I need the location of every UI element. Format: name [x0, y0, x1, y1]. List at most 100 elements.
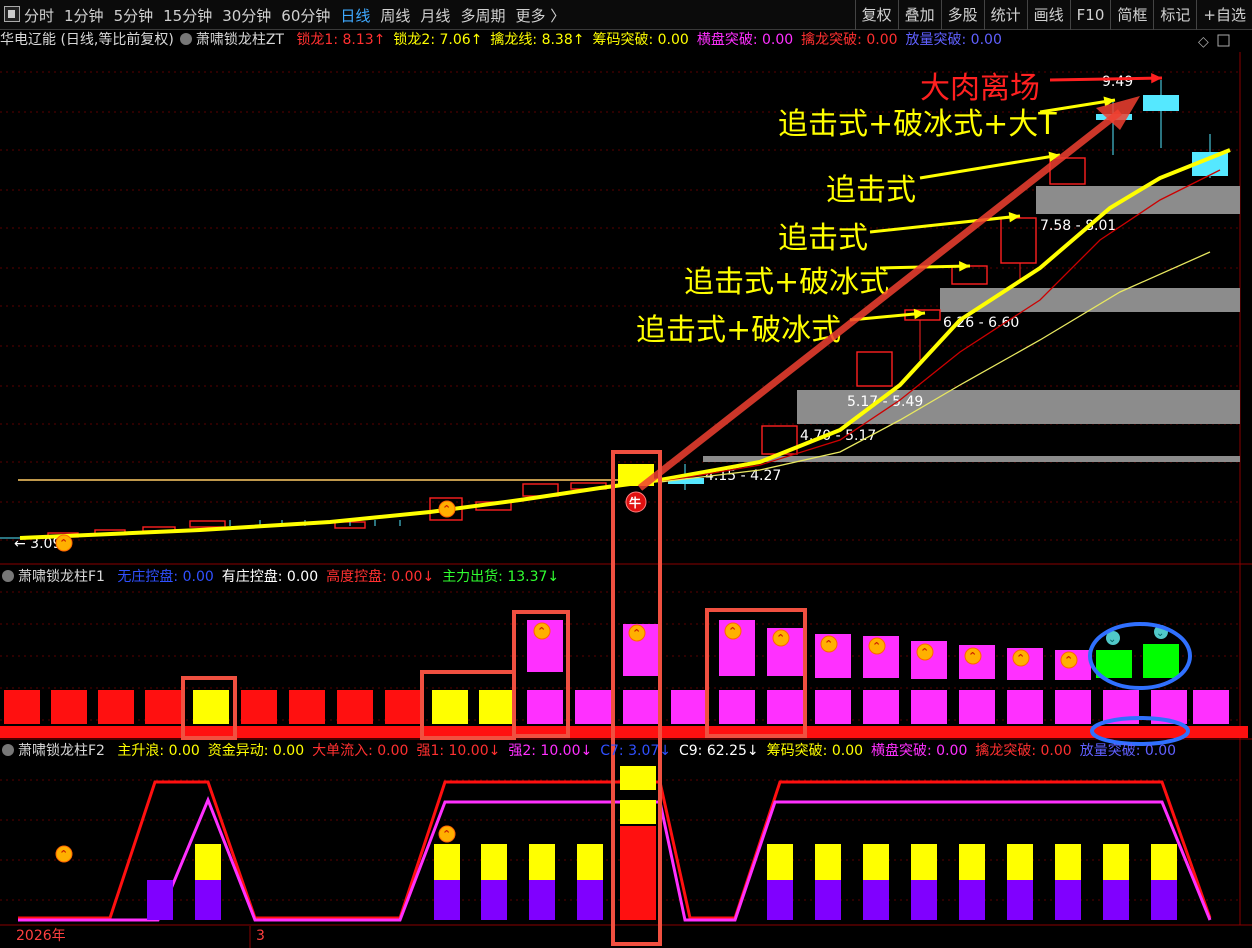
f1-strip-cell	[840, 726, 864, 738]
f2-bar	[434, 844, 460, 880]
f1-strip-cell	[888, 726, 912, 738]
f1-bar	[145, 690, 181, 724]
f1-strip-cell	[936, 726, 960, 738]
f1-bar	[385, 690, 421, 724]
f1-bar	[719, 690, 755, 724]
f1-strip-cell	[1032, 726, 1056, 738]
indicator-value: 主升浪: 0.00	[117, 743, 200, 759]
f1-bar	[1193, 690, 1229, 724]
f2-bar	[959, 844, 985, 880]
f2-bar	[863, 844, 889, 880]
f2-indicator-name[interactable]: 萧啸锁龙柱F2	[18, 743, 105, 759]
f2-bar	[1055, 844, 1081, 880]
f2-bar	[1055, 880, 1081, 920]
indicator-value: 筹码突破: 0.00	[592, 32, 689, 48]
chart-canvas[interactable]: ◇7.58 - 8.016.26 - 6.605.17 - 5.494.70 -…	[0, 0, 1252, 948]
f1-strip-cell	[1056, 726, 1080, 738]
indicator-value: 有庄控盘: 0.00	[221, 569, 319, 585]
indicator-value: 高度控盘: 0.00↓	[326, 569, 435, 585]
down-signal-icon: ⌄	[1108, 634, 1116, 645]
f2-bar	[620, 826, 656, 920]
indicator-value: 筹码突破: 0.00	[766, 743, 864, 759]
f1-bar	[432, 690, 468, 724]
bull-signal-label: 牛	[629, 495, 641, 510]
f1-strip-cell	[48, 726, 72, 738]
annotation-arrowhead	[1151, 72, 1162, 84]
f1-bar	[575, 690, 611, 724]
down-signal-icon: ⌄	[1156, 628, 1164, 639]
f1-bar	[289, 690, 325, 724]
f1-strip-cell	[984, 726, 1008, 738]
f1-strip-cell	[288, 726, 312, 738]
indicator-value: 锁龙1: 8.13↑	[296, 32, 386, 48]
f1-strip-cell	[624, 726, 648, 738]
f2-bar	[1151, 844, 1177, 880]
f2-bar	[481, 844, 507, 880]
f1-bar	[911, 690, 947, 724]
f1-green-bar	[1143, 644, 1179, 678]
up-signal-icon: ⌃	[442, 828, 451, 841]
indicator-menu-icon[interactable]	[2, 744, 14, 756]
annotation-text: 追击式+破冰式+大T	[778, 107, 1057, 142]
up-signal-icon: ⌃	[537, 625, 546, 638]
f2-bar	[1007, 880, 1033, 920]
indicator-menu-icon[interactable]	[2, 570, 14, 582]
indicator-name[interactable]: 萧啸锁龙柱ZT	[196, 32, 284, 48]
f1-strip-cell	[960, 726, 984, 738]
f1-bar	[671, 690, 707, 724]
annotation-text: 追击式+破冰式	[684, 265, 889, 300]
indicator-value: 锁龙2: 7.06↑	[393, 32, 483, 48]
f1-strip-cell	[576, 726, 600, 738]
f2-bar	[815, 880, 841, 920]
f1-strip-cell	[1008, 726, 1032, 738]
up-signal-icon: ⌃	[442, 503, 451, 516]
annotation-text: 追击式	[778, 221, 868, 256]
indicator-value: C7: 3.07↓	[600, 743, 671, 759]
candle	[856, 351, 893, 387]
up-signal-icon: ⌃	[920, 646, 929, 659]
indicator-value: 擒龙突破: 0.00	[801, 32, 898, 48]
f2-bar	[620, 766, 656, 790]
up-signal-icon: ⌃	[728, 625, 737, 638]
f1-bar	[527, 690, 563, 724]
diamond-icon: ◇	[1198, 34, 1209, 50]
annotation-text: 追击式+破冰式	[636, 313, 841, 348]
indicator-menu-icon[interactable]	[179, 33, 192, 45]
f2-indicator-header: 萧啸锁龙柱F2 主升浪: 0.00 资金异动: 0.00 大单流入: 0.00 强1:…	[0, 741, 1184, 761]
up-signal-icon: ⌃	[59, 537, 68, 550]
f1-bar	[193, 690, 229, 724]
stock-title: 华电辽能 (日线,等比前复权)	[0, 32, 174, 48]
candle	[1000, 217, 1037, 264]
f2-bar	[911, 844, 937, 880]
f1-strip-cell	[24, 726, 48, 738]
f1-bar	[51, 690, 87, 724]
f1-strip-cell	[816, 726, 840, 738]
f1-strip-cell	[1104, 726, 1128, 738]
annotation-text: 大肉离场	[920, 71, 1040, 106]
indicator-value: 擒龙突破: 0.00	[975, 743, 1072, 759]
f2-bar	[195, 844, 221, 880]
f1-strip-cell	[240, 726, 264, 738]
f1-bar	[959, 690, 995, 724]
candle	[189, 520, 226, 528]
f1-indicator-name[interactable]: 萧啸锁龙柱F1	[18, 569, 105, 585]
f1-strip-cell	[0, 726, 24, 738]
f2-bar	[434, 880, 460, 920]
f2-bar	[577, 880, 603, 920]
f1-bar	[98, 690, 134, 724]
f2-bar	[529, 844, 555, 880]
f2-bar	[815, 844, 841, 880]
indicator-value: 强2: 10.00↓	[508, 743, 593, 759]
f1-strip-cell	[360, 726, 384, 738]
f1-strip-cell	[1224, 726, 1248, 738]
indicator-value: 擒龙线: 8.38↑	[490, 32, 585, 48]
f1-bar	[479, 690, 515, 724]
f2-bar	[147, 880, 173, 920]
f2-bar	[577, 844, 603, 880]
up-signal-icon: ⌃	[872, 640, 881, 653]
window-icon	[1217, 34, 1230, 47]
f1-strip-cell	[672, 726, 696, 738]
f1-bar	[4, 690, 40, 724]
up-signal-icon: ⌃	[59, 848, 68, 861]
f1-bar	[815, 690, 851, 724]
